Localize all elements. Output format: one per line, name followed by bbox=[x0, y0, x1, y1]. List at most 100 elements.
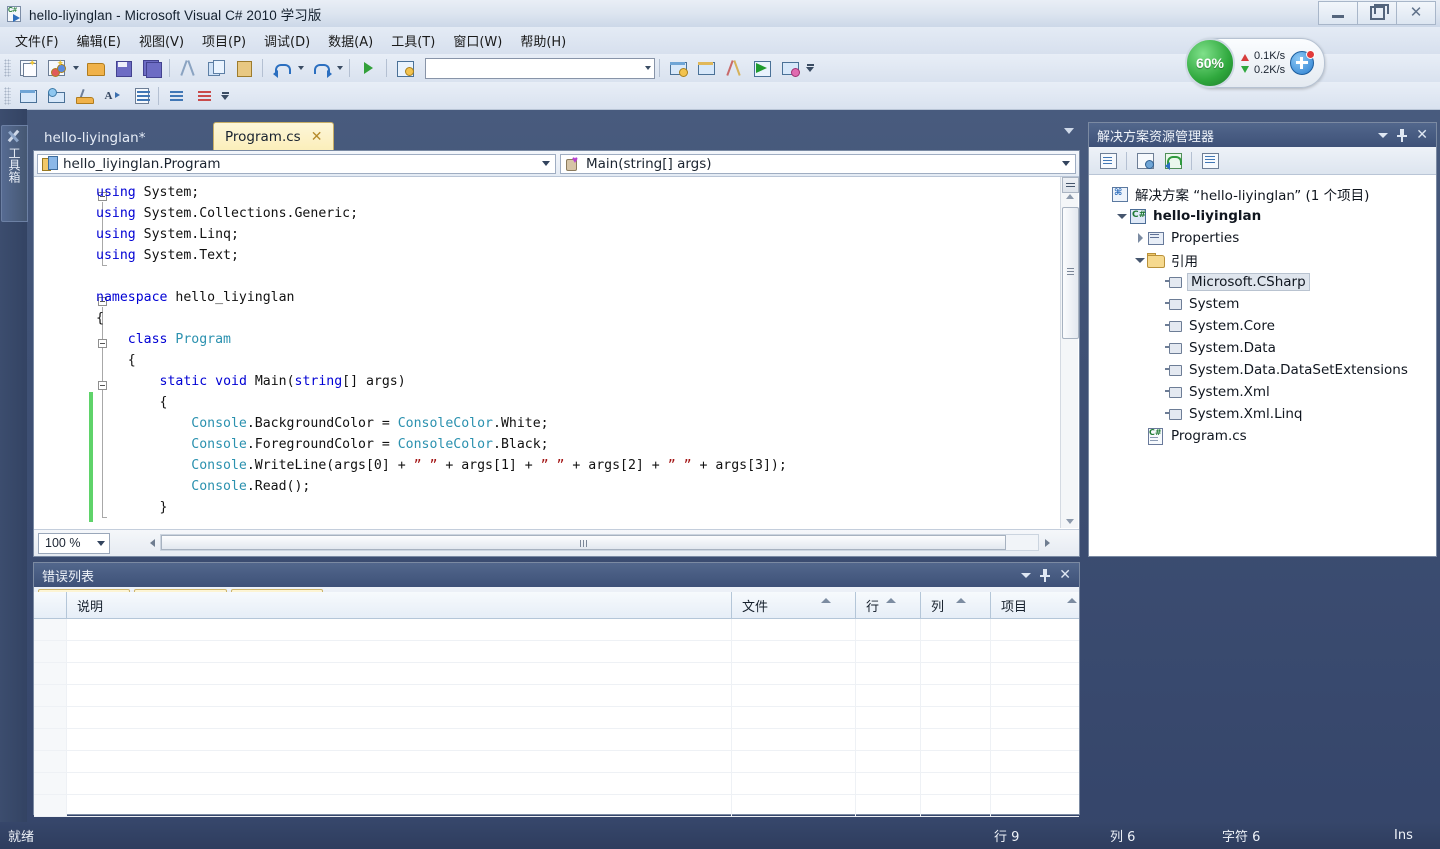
chevron-down-icon[interactable] bbox=[542, 161, 550, 166]
toolbox-icon[interactable] bbox=[721, 56, 747, 81]
menu-data[interactable]: 数据(A) bbox=[319, 28, 382, 53]
table-row[interactable] bbox=[34, 663, 1079, 685]
column-header-icon[interactable] bbox=[34, 592, 67, 618]
expander-icon[interactable] bbox=[1151, 297, 1165, 311]
member-dropdown[interactable]: ♥ Main(string[] args) bbox=[560, 153, 1076, 174]
toolbar-grip[interactable] bbox=[4, 59, 11, 77]
toolbar-overflow-icon[interactable] bbox=[219, 85, 231, 107]
editor-vertical-scrollbar[interactable] bbox=[1060, 177, 1079, 528]
undo-dropdown-icon[interactable] bbox=[295, 57, 306, 80]
tree-item-microsoft.csharp[interactable]: Microsoft.CSharp bbox=[1097, 271, 1436, 293]
table-row[interactable] bbox=[34, 729, 1079, 751]
toolbox-tab[interactable]: 工具箱 bbox=[1, 125, 28, 222]
save-all-icon[interactable] bbox=[138, 56, 164, 81]
scroll-up-icon[interactable] bbox=[1066, 194, 1074, 199]
expander-icon[interactable] bbox=[1115, 209, 1129, 223]
hscroll-track[interactable] bbox=[160, 534, 1039, 551]
menu-window[interactable]: 窗口(W) bbox=[444, 28, 511, 53]
close-button[interactable]: ✕ bbox=[1397, 1, 1436, 25]
menu-edit[interactable]: 编辑(E) bbox=[68, 28, 130, 53]
tree-item-system.xml[interactable]: System.Xml bbox=[1097, 381, 1436, 403]
redo-icon[interactable] bbox=[307, 56, 333, 81]
refresh-button[interactable] bbox=[1159, 148, 1187, 173]
chevron-down-icon[interactable] bbox=[97, 540, 105, 546]
toolbar-grip[interactable] bbox=[4, 86, 11, 105]
properties-window-button[interactable] bbox=[1094, 148, 1122, 173]
table-row[interactable] bbox=[34, 751, 1079, 773]
scroll-down-icon[interactable] bbox=[1066, 519, 1074, 524]
solution-tree[interactable]: ⌘ 解决方案 “hello-liyinglan” (1 个项目) C# hello-l… bbox=[1089, 175, 1436, 447]
new-item-icon[interactable]: ✦ bbox=[43, 56, 69, 81]
find-dropdown-icon[interactable] bbox=[645, 66, 651, 70]
tree-item-system.data.datasetextensions[interactable]: System.Data.DataSetExtensions bbox=[1097, 359, 1436, 381]
save-icon[interactable] bbox=[110, 56, 136, 81]
tree-item-system.xml.linq[interactable]: System.Xml.Linq bbox=[1097, 403, 1436, 425]
menu-tools[interactable]: 工具(T) bbox=[382, 28, 444, 53]
type-dropdown[interactable]: hello_liyinglan.Program bbox=[37, 153, 556, 174]
expander-icon[interactable] bbox=[1151, 319, 1165, 333]
table-row[interactable] bbox=[34, 795, 1079, 817]
toolbar-overflow-icon[interactable] bbox=[804, 57, 816, 79]
scroll-left-icon[interactable] bbox=[144, 534, 160, 551]
auto-hide-pin-icon[interactable] bbox=[1397, 129, 1408, 142]
menu-help[interactable]: 帮助(H) bbox=[511, 28, 575, 53]
column-header-project[interactable]: 项目 bbox=[991, 592, 1079, 618]
open-file-icon[interactable] bbox=[82, 56, 108, 81]
column-header-file[interactable]: 文件 bbox=[732, 592, 856, 618]
paste-icon[interactable] bbox=[231, 56, 257, 81]
tab-hello-liyinglan[interactable]: hello-liyinglan* bbox=[33, 126, 156, 150]
comment-block-icon[interactable] bbox=[127, 83, 153, 108]
table-row[interactable] bbox=[34, 641, 1079, 663]
column-header-description[interactable]: 说明 bbox=[67, 592, 732, 618]
solution-explorer-icon[interactable] bbox=[665, 56, 691, 81]
add-widget-icon[interactable] bbox=[1290, 50, 1316, 75]
undo-icon[interactable] bbox=[268, 56, 294, 81]
scrollbar-thumb[interactable] bbox=[1062, 207, 1079, 339]
minimize-button[interactable] bbox=[1318, 1, 1358, 25]
tree-item-properties[interactable]: Properties bbox=[1097, 227, 1436, 249]
column-header-line[interactable]: 行 bbox=[856, 592, 921, 618]
code-text-area[interactable]: using System; using System.Collections.G… bbox=[34, 177, 1079, 528]
menu-project[interactable]: 项目(P) bbox=[193, 28, 255, 53]
menu-view[interactable]: 视图(V) bbox=[130, 28, 193, 53]
expander-icon[interactable] bbox=[1133, 253, 1147, 267]
editor-horizontal-scrollbar[interactable] bbox=[144, 533, 1055, 552]
network-monitor-widget[interactable]: 60% 0.1K/s 0.2K/s bbox=[1185, 38, 1325, 88]
expander-icon[interactable] bbox=[1151, 341, 1165, 355]
expander-icon[interactable] bbox=[1097, 187, 1111, 201]
split-view-handle[interactable] bbox=[1062, 177, 1079, 193]
tree-item-program.cs[interactable]: C# Program.cs bbox=[1097, 425, 1436, 447]
tree-item--[interactable]: 引用 bbox=[1097, 249, 1436, 271]
table-row[interactable] bbox=[34, 685, 1079, 707]
expander-icon[interactable] bbox=[1151, 275, 1165, 289]
decrease-indent-icon[interactable] bbox=[192, 83, 218, 108]
cut-icon[interactable] bbox=[175, 56, 201, 81]
window-menu-icon[interactable] bbox=[1021, 572, 1032, 578]
display-window-icon[interactable] bbox=[15, 83, 41, 108]
expander-icon[interactable] bbox=[1151, 407, 1165, 421]
find-textbox[interactable] bbox=[429, 60, 633, 76]
scroll-right-icon[interactable] bbox=[1039, 534, 1055, 551]
tree-item-system.core[interactable]: System.Core bbox=[1097, 315, 1436, 337]
hscroll-thumb[interactable] bbox=[161, 535, 1006, 550]
expander-icon[interactable] bbox=[1151, 385, 1165, 399]
maximize-button[interactable] bbox=[1358, 1, 1397, 25]
expander-icon[interactable] bbox=[1133, 231, 1147, 245]
source-code[interactable]: using System; using System.Collections.G… bbox=[34, 182, 1079, 518]
chevron-down-icon[interactable] bbox=[1062, 161, 1070, 166]
tree-item-hello-liyinglan[interactable]: C# hello-liyinglan bbox=[1097, 205, 1436, 227]
zoom-dropdown[interactable]: 100 % bbox=[38, 532, 110, 554]
auto-hide-pin-icon[interactable] bbox=[1040, 569, 1051, 582]
menu-debug[interactable]: 调试(D) bbox=[255, 28, 319, 53]
increase-indent-icon[interactable] bbox=[164, 83, 190, 108]
pointer-select-icon[interactable] bbox=[71, 83, 97, 108]
tree-item--hello-liyinglan-1-[interactable]: ⌘ 解决方案 “hello-liyinglan” (1 个项目) bbox=[1097, 183, 1436, 205]
toggle-word-wrap-icon[interactable]: A bbox=[99, 83, 125, 108]
find-input[interactable] bbox=[425, 57, 655, 79]
expander-icon[interactable] bbox=[1133, 429, 1147, 443]
window-menu-icon[interactable] bbox=[1378, 132, 1389, 138]
copy-icon[interactable] bbox=[203, 56, 229, 81]
grid-body[interactable] bbox=[34, 619, 1079, 817]
menu-file[interactable]: 文件(F) bbox=[6, 28, 68, 53]
tab-list-dropdown-icon[interactable] bbox=[1064, 128, 1074, 134]
